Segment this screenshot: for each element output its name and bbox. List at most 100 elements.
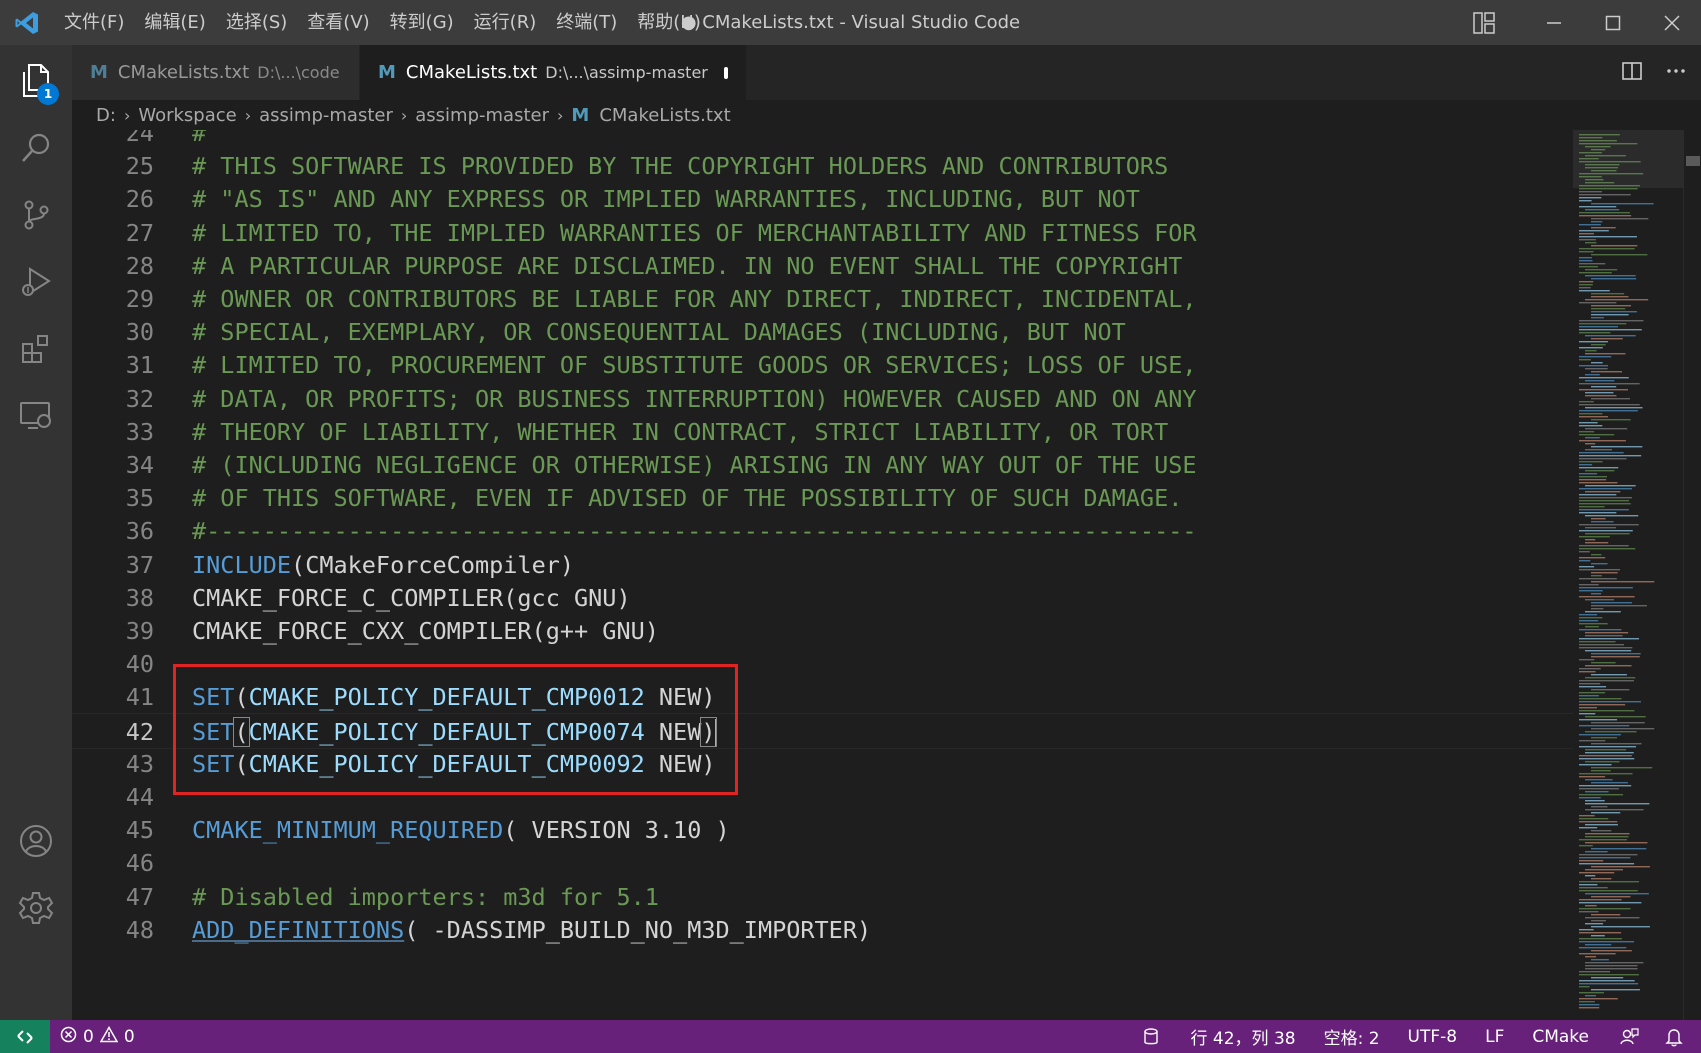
code-line[interactable]: 34 # (INCLUDING NEGLIGENCE OR OTHERWISE) … — [72, 447, 1573, 483]
accounts-icon[interactable] — [0, 805, 72, 877]
code-text: # OWNER OR CONTRIBUTORS BE LIABLE FOR AN… — [192, 281, 1197, 317]
tab-cmakelists-assimp[interactable]: M CMakeLists.txt D:\...\assimp-master — [360, 45, 746, 100]
code-line[interactable]: 32 # DATA, OR PROFITS; OR BUSINESS INTERR… — [72, 381, 1573, 417]
code-line[interactable]: 33 # THEORY OF LIABILITY, WHETHER IN CONT… — [72, 414, 1573, 450]
run-debug-icon[interactable] — [0, 246, 72, 318]
line-number: 30 — [125, 318, 154, 347]
code-line[interactable]: 42 SET(CMAKE_POLICY_DEFAULT_CMP0074 NEW) — [72, 712, 1573, 750]
code-token: # LIMITED TO, THE IMPLIED WARRANTIES OF … — [192, 218, 1197, 247]
breadcrumb-drive[interactable]: D: — [96, 105, 116, 126]
explorer-icon[interactable]: 1 — [0, 45, 72, 117]
chevron-right-icon: › — [123, 105, 131, 125]
code-line[interactable]: 39 CMAKE_FORCE_CXX_COMPILER(g++ GNU) — [72, 613, 1573, 649]
code-line[interactable]: 37 INCLUDE(CMakeForceCompiler) — [72, 547, 1573, 583]
code-line[interactable]: 47 # Disabled importers: m3d for 5.1 — [72, 879, 1573, 915]
code-text: # "AS IS" AND ANY EXPRESS OR IMPLIED WAR… — [192, 181, 1140, 217]
code-line[interactable]: 44 — [72, 779, 1573, 815]
breadcrumb-workspace[interactable]: Workspace — [138, 105, 236, 126]
code-text: SET(CMAKE_POLICY_DEFAULT_CMP0074 NEW) — [192, 714, 717, 750]
customize-layout-icon[interactable] — [1454, 0, 1514, 45]
extensions-icon[interactable] — [0, 313, 72, 385]
line-number: 34 — [125, 451, 154, 479]
code-line[interactable]: 31 # LIMITED TO, PROCUREMENT OF SUBSTITUT… — [72, 347, 1573, 383]
code-line[interactable]: 36 #-------------------------------------… — [72, 513, 1573, 549]
code-line[interactable]: 38 CMAKE_FORCE_C_COMPILER(gcc GNU) — [72, 580, 1573, 616]
feedback-icon[interactable] — [1609, 1027, 1649, 1047]
line-number: 44 — [125, 783, 154, 811]
status-bar-right: 行 42，列 38 空格: 2 UTF-8 LF CMake — [1133, 1020, 1701, 1053]
code-line[interactable]: 41 SET(CMAKE_POLICY_DEFAULT_CMP0012 NEW) — [72, 679, 1573, 715]
code-line[interactable]: 25 # THIS SOFTWARE IS PROVIDED BY THE COP… — [72, 148, 1573, 184]
vertical-scrollbar[interactable] — [1683, 130, 1701, 1020]
menu-file[interactable]: 文件(F) — [54, 7, 134, 39]
unsaved-dot-icon[interactable] — [723, 66, 728, 79]
settings-gear-icon[interactable] — [0, 872, 72, 944]
code-line[interactable]: 30 # SPECIAL, EXEMPLARY, OR CONSEQUENTIAL… — [72, 314, 1573, 350]
notifications-bell-icon[interactable] — [1655, 1027, 1693, 1047]
end-of-line[interactable]: LF — [1475, 1027, 1514, 1047]
code-line[interactable]: 26 # "AS IS" AND ANY EXPRESS OR IMPLIED W… — [72, 181, 1573, 217]
more-actions-icon[interactable] — [1665, 60, 1687, 86]
problems-indicator[interactable]: 0 0 — [50, 1025, 145, 1048]
line-number: 25 — [125, 152, 154, 181]
line-number: 28 — [125, 251, 154, 280]
line-number: 35 — [125, 484, 154, 513]
encoding[interactable]: UTF-8 — [1398, 1027, 1468, 1047]
minimize-icon[interactable] — [1524, 0, 1583, 45]
menu-help[interactable]: 帮助(H) — [627, 7, 711, 39]
indentation[interactable]: 空格: 2 — [1314, 1024, 1390, 1049]
remote-explorer-icon[interactable] — [0, 380, 72, 452]
warning-icon — [99, 1025, 119, 1048]
breadcrumb-file[interactable]: CMakeLists.txt — [599, 105, 730, 126]
code-line[interactable]: 40 — [72, 646, 1573, 682]
code-token: ADD_DEFINITIONS — [192, 915, 405, 944]
breadcrumb-assimp-master[interactable]: assimp-master — [259, 105, 393, 126]
cursor-position[interactable]: 行 42，列 38 — [1181, 1024, 1306, 1049]
code-line[interactable]: 46 — [72, 845, 1573, 881]
split-editor-icon[interactable] — [1621, 60, 1643, 86]
language-mode[interactable]: CMake — [1522, 1027, 1599, 1047]
tab-cmakelists-code[interactable]: M CMakeLists.txt D:\...\code — [72, 45, 360, 100]
code-token: # "AS IS" AND ANY EXPRESS OR IMPLIED WAR… — [192, 185, 1140, 214]
database-icon[interactable] — [1133, 1027, 1169, 1046]
line-number: 45 — [125, 816, 154, 845]
code-line[interactable]: 43 SET(CMAKE_POLICY_DEFAULT_CMP0092 NEW) — [72, 746, 1573, 782]
menu-view[interactable]: 查看(V) — [297, 7, 379, 39]
explorer-badge: 1 — [37, 83, 59, 105]
code-line[interactable]: 35 # OF THIS SOFTWARE, EVEN IF ADVISED OF… — [72, 480, 1573, 516]
vscode-logo-icon[interactable] — [0, 0, 54, 45]
menu-selection[interactable]: 选择(S) — [216, 7, 297, 39]
line-number: 27 — [125, 218, 154, 247]
remote-indicator-icon[interactable] — [0, 1020, 50, 1053]
scrollbar-thumb[interactable] — [1686, 156, 1700, 166]
chevron-right-icon: › — [556, 105, 564, 125]
code-line[interactable]: 45 CMAKE_MINIMUM_REQUIRED( VERSION 3.10 ) — [72, 812, 1573, 848]
maximize-icon[interactable] — [1583, 0, 1642, 45]
menu-bar: 文件(F) 编辑(E) 选择(S) 查看(V) 转到(G) 运行(R) 终端(T… — [54, 0, 711, 45]
line-number: 32 — [125, 384, 154, 413]
menu-run[interactable]: 运行(R) — [464, 7, 547, 39]
code-editor[interactable]: 48 ADD_DEFINITIONS( -DASSIMP_BUILD_NO_M3D… — [72, 130, 1573, 1020]
close-icon[interactable] — [1642, 0, 1701, 45]
line-number: 38 — [125, 583, 154, 612]
code-line[interactable]: 27 # LIMITED TO, THE IMPLIED WARRANTIES O… — [72, 215, 1573, 251]
minimap[interactable] — [1573, 130, 1683, 1020]
menu-edit[interactable]: 编辑(E) — [134, 7, 215, 39]
code-line[interactable]: 48 ADD_DEFINITIONS( -DASSIMP_BUILD_NO_M3D… — [72, 912, 1573, 948]
warning-count: 0 — [123, 1026, 135, 1047]
code-token: ( — [233, 716, 250, 747]
tab-description: D:\...\code — [257, 63, 340, 82]
code-token: INCLUDE — [192, 550, 292, 579]
code-token: # SPECIAL, EXEMPLARY, OR CONSEQUENTIAL D… — [192, 318, 1126, 347]
menu-go[interactable]: 转到(G) — [380, 7, 464, 39]
code-line[interactable]: 24 # — [72, 130, 1573, 151]
code-token: # Disabled importers: m3d for 5.1 — [192, 882, 659, 911]
breadcrumb-assimp-master-inner[interactable]: assimp-master — [415, 105, 549, 126]
code-line[interactable]: 29 # OWNER OR CONTRIBUTORS BE LIABLE FOR … — [72, 281, 1573, 317]
search-icon[interactable] — [0, 112, 72, 184]
menu-terminal[interactable]: 终端(T) — [546, 7, 627, 39]
source-control-icon[interactable] — [0, 179, 72, 251]
code-line[interactable]: 28 # A PARTICULAR PURPOSE ARE DISCLAIMED.… — [72, 248, 1573, 284]
code-text: # OF THIS SOFTWARE, EVEN IF ADVISED OF T… — [192, 480, 1182, 516]
code-text: CMAKE_FORCE_CXX_COMPILER(g++ GNU) — [192, 613, 659, 649]
